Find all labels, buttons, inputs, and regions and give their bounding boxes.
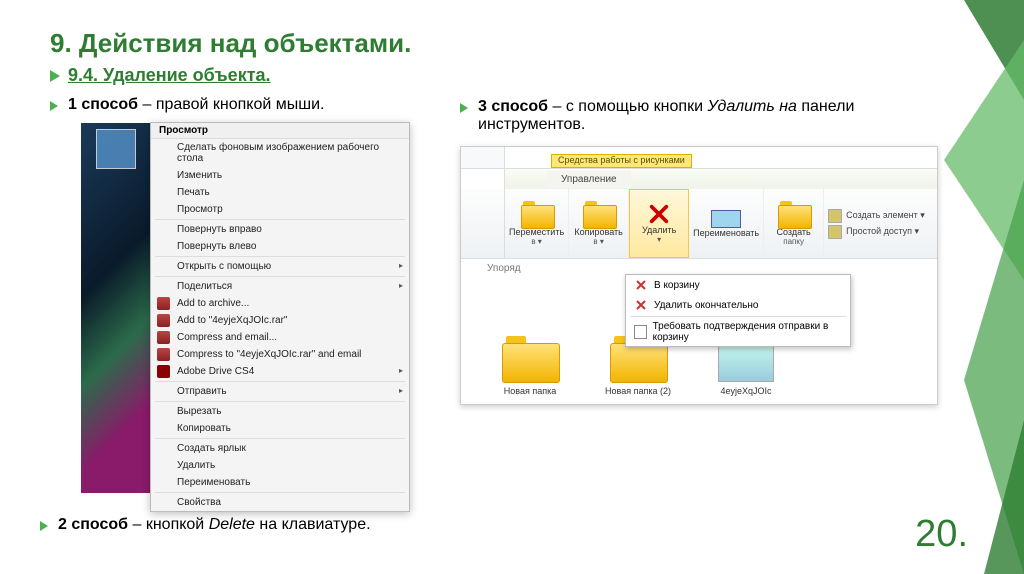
- ctx-item-props[interactable]: Свойства: [151, 494, 409, 511]
- ribbon-context-tab[interactable]: Средства работы с рисунками: [551, 154, 692, 168]
- ribbon-side-group: Создать элемент ▾ Простой доступ ▾: [824, 189, 934, 258]
- ribbon-newfolder-button[interactable]: Создать папку: [764, 189, 824, 258]
- ribbon-rename-button[interactable]: Переименовать: [689, 189, 764, 258]
- bullet-icon: [460, 103, 468, 113]
- dd-confirm[interactable]: Требовать подтверждения отправки в корзи…: [626, 318, 850, 346]
- ctx-item-archive[interactable]: Compress to "4eyjeXqJOIc.rar" and email: [151, 346, 409, 363]
- dd-recycle[interactable]: В корзину: [626, 275, 850, 295]
- context-menu-screenshot: Просмотр Сделать фоновым изображением ра…: [150, 122, 410, 512]
- dd-permanent[interactable]: Удалить окончательно: [626, 295, 850, 315]
- delete-x-icon: [645, 203, 673, 225]
- ctx-item-delete[interactable]: Удалить: [151, 457, 409, 474]
- ribbon-subtab[interactable]: Управление: [547, 171, 631, 188]
- ctx-item-archive[interactable]: Add to "4eyjeXqJOIc.rar": [151, 312, 409, 329]
- ctx-item-copy[interactable]: Копировать: [151, 420, 409, 437]
- mini-icon: [828, 209, 842, 223]
- ribbon-move-button[interactable]: Переместить в ▾: [505, 189, 569, 258]
- rename-icon: [711, 210, 741, 228]
- folder-icon: [502, 336, 558, 382]
- x-small-icon: [634, 278, 648, 292]
- file-item-folder[interactable]: Новая папка: [491, 336, 569, 396]
- rar-icon: [157, 314, 170, 327]
- desktop-thumbnail-icon: [96, 129, 136, 169]
- ctx-item[interactable]: Повернуть влево: [151, 238, 409, 255]
- ctx-item-rename[interactable]: Переименовать: [151, 474, 409, 491]
- bullet-icon: [40, 521, 48, 531]
- ctx-item-openwith[interactable]: Открыть с помощью: [151, 258, 409, 275]
- ribbon-new-item[interactable]: Создать элемент ▾: [828, 209, 930, 223]
- ctx-item-cut[interactable]: Вырезать: [151, 403, 409, 420]
- ctx-item[interactable]: Печать: [151, 184, 409, 201]
- bullet-icon: [50, 70, 60, 82]
- ctx-item[interactable]: Сделать фоновым изображением рабочего ст…: [151, 139, 409, 167]
- method3-text: 3 способ – с помощью кнопки Удалить на п…: [478, 98, 950, 134]
- mini-icon: [828, 225, 842, 239]
- section-subtitle: 9.4. Удаление объекта.: [68, 65, 271, 86]
- rar-icon: [157, 348, 170, 361]
- ctx-item[interactable]: Повернуть вправо: [151, 221, 409, 238]
- rar-icon: [157, 297, 170, 310]
- method1-text: 1 способ – правой кнопкой мыши.: [68, 96, 324, 114]
- bullet-icon: [50, 101, 58, 111]
- adobe-icon: [157, 365, 170, 378]
- ctx-item-send[interactable]: Отправить: [151, 383, 409, 400]
- ribbon-delete-button[interactable]: Удалить ▾: [629, 189, 689, 258]
- ctx-item[interactable]: Просмотр: [151, 201, 409, 218]
- ctx-item[interactable]: Изменить: [151, 167, 409, 184]
- method2-text: 2 способ – кнопкой Delete на клавиатуре.: [58, 516, 371, 534]
- checkbox-icon: [634, 325, 647, 339]
- ctx-item-share[interactable]: Поделиться: [151, 278, 409, 295]
- ribbon-copy-button[interactable]: Копировать в ▾: [569, 189, 629, 258]
- ctx-item-shortcut[interactable]: Создать ярлык: [151, 440, 409, 457]
- folder-icon: [778, 201, 810, 227]
- ctx-header: Просмотр: [151, 123, 409, 139]
- page-title: 9. Действия над объектами.: [50, 28, 974, 59]
- ctx-item-adobe[interactable]: Adobe Drive CS4: [151, 363, 409, 380]
- ribbon-screenshot: Средства работы с рисунками Управление П…: [460, 146, 938, 405]
- delete-dropdown: В корзину Удалить окончательно Требовать…: [625, 274, 851, 347]
- ctx-item-archive[interactable]: Compress and email...: [151, 329, 409, 346]
- ribbon-easy-access[interactable]: Простой доступ ▾: [828, 225, 930, 239]
- folder-icon: [521, 201, 553, 227]
- ctx-item-archive[interactable]: Add to archive...: [151, 295, 409, 312]
- folder-icon: [583, 201, 615, 227]
- rar-icon: [157, 331, 170, 344]
- x-small-icon: [634, 298, 648, 312]
